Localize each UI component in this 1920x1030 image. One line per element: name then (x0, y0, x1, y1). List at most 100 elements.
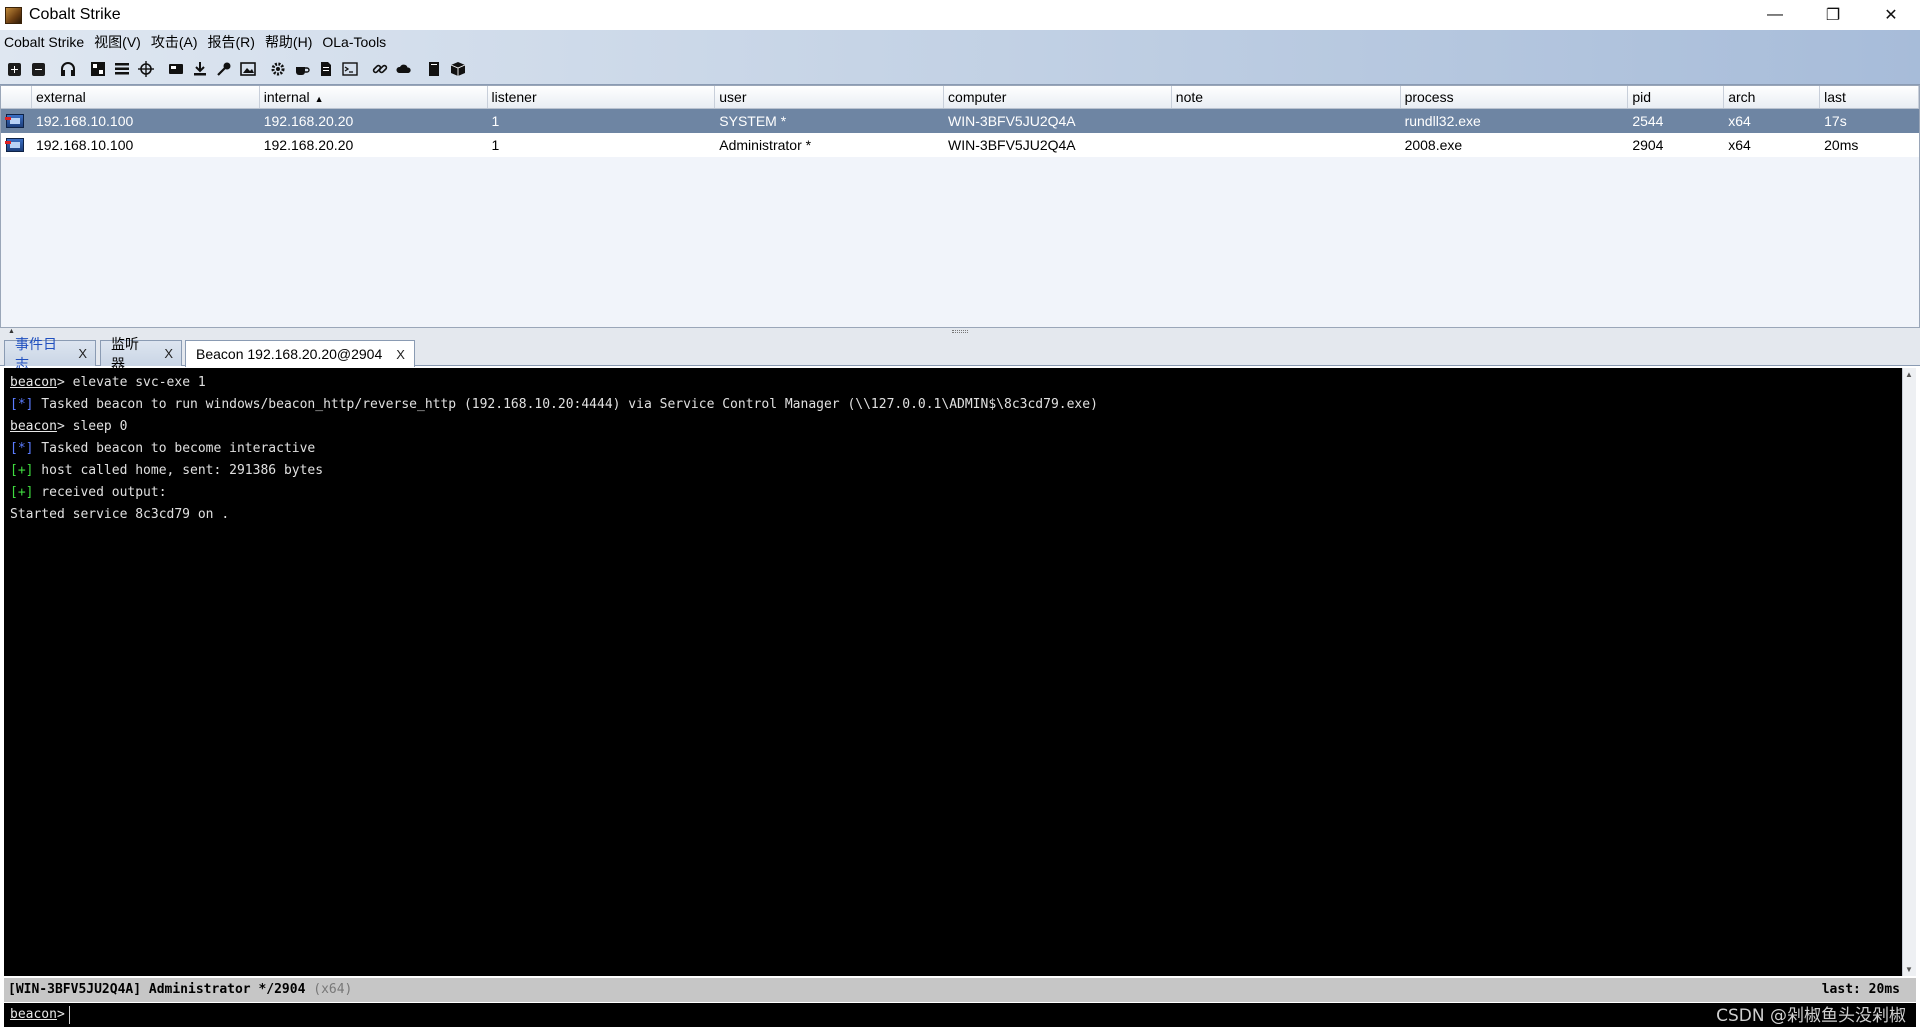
cell-note (1172, 109, 1401, 133)
compromised-host-icon (5, 138, 24, 152)
cell-user: SYSTEM * (719, 113, 787, 129)
console-message: Tasked beacon to run windows/beacon_http… (33, 397, 1098, 412)
new-connection-icon[interactable] (4, 59, 24, 79)
pivot-graph-icon[interactable] (88, 59, 108, 79)
beacon-command-input[interactable]: beacon > (4, 1003, 1916, 1027)
console-line: [*] Tasked beacon to become interactive (10, 438, 1896, 460)
link-icon[interactable] (370, 59, 390, 79)
beacon-console-output: beacon> elevate svc-exe 1 [*] Tasked bea… (4, 368, 1902, 976)
column-header-last[interactable]: last (1820, 86, 1920, 108)
column-header-pid[interactable]: pid (1628, 86, 1725, 108)
console-tag: [+] (10, 485, 34, 500)
tab-beacon-close-button[interactable]: X (396, 347, 405, 362)
cell-computer: WIN-3BFV5JU2Q4A (948, 113, 1076, 129)
menubar: Cobalt Strike 视图(V) 攻击(A) 报告(R) 帮助(H) OL… (0, 30, 396, 54)
close-window-button[interactable]: ✕ (1862, 0, 1920, 30)
disconnect-icon[interactable] (28, 59, 48, 79)
session-table-icon[interactable] (112, 59, 132, 79)
cell-note (1172, 133, 1401, 157)
menu-help[interactable]: 帮助(H) (265, 32, 312, 52)
console-command: > sleep 0 (56, 419, 128, 434)
cell-last: 17s (1824, 113, 1847, 129)
input-prompt: beacon (10, 1007, 57, 1022)
column-header-internal[interactable]: internal ▲ (260, 86, 488, 108)
console-line: beacon> elevate svc-exe 1 (10, 372, 1896, 394)
column-header-arch[interactable]: arch (1724, 86, 1821, 108)
console-icon[interactable] (340, 59, 360, 79)
screenshot-icon[interactable] (238, 59, 258, 79)
console-line: [+] received output: (10, 482, 1896, 504)
column-header-external[interactable]: external (32, 86, 260, 108)
tab-strip: 事件日志 X 监听器 X Beacon 192.168.20.20@2904 X (0, 336, 1920, 372)
split-pane-divider[interactable]: ▲▼ (0, 328, 1920, 342)
status-host: [WIN-3BFV5JU2Q4A] Administrator */2904 (8, 982, 306, 997)
menu-ola-tools[interactable]: OLa-Tools (322, 34, 386, 50)
column-header-internal-label: internal (263, 89, 310, 105)
toolbar (4, 58, 472, 80)
cell-listener: 1 (491, 137, 500, 153)
console-line: [*] Tasked beacon to run windows/beacon_… (10, 394, 1896, 416)
console-scrollbar[interactable]: ▲ ▼ (1902, 368, 1916, 976)
minimize-button[interactable]: — (1746, 0, 1804, 30)
headphones-icon[interactable] (58, 59, 78, 79)
document-icon[interactable] (316, 59, 336, 79)
console-tag: [+] (10, 463, 34, 478)
credentials-icon[interactable] (166, 59, 186, 79)
console-message: Tasked beacon to become interactive (33, 441, 316, 456)
menu-attacks[interactable]: 攻击(A) (151, 32, 198, 52)
scroll-down-icon[interactable]: ▼ (1905, 965, 1913, 974)
table-header: external internal ▲ listener user compute… (1, 86, 1920, 109)
console-line: beacon> sleep 0 (10, 416, 1896, 438)
scroll-up-icon[interactable]: ▲ (1905, 370, 1913, 379)
column-header-note[interactable]: note (1172, 86, 1401, 108)
target-icon[interactable] (136, 59, 156, 79)
tab-beacon[interactable]: Beacon 192.168.20.20@2904 X (185, 340, 415, 367)
restore-button[interactable]: ❐ (1804, 0, 1862, 30)
window-title: Cobalt Strike (29, 6, 121, 23)
menu-cobalt-strike[interactable]: Cobalt Strike (4, 34, 84, 50)
coffee-icon[interactable] (292, 59, 312, 79)
column-header-process[interactable]: process (1401, 86, 1629, 108)
key-icon[interactable] (214, 59, 234, 79)
cloud-icon[interactable] (394, 59, 414, 79)
console-tag: [*] (10, 397, 34, 412)
console-line: Started service 8c3cd79 on . (10, 504, 1896, 526)
menu-view[interactable]: 视图(V) (94, 32, 141, 52)
console-prompt: beacon (10, 419, 57, 434)
column-header-listener[interactable]: listener (488, 86, 716, 108)
book-icon[interactable] (424, 59, 444, 79)
table-row[interactable]: 192.168.10.100 192.168.20.20 1 Administr… (1, 133, 1919, 157)
split-grip-handle[interactable] (952, 330, 968, 333)
cell-pid: 2904 (1632, 137, 1664, 153)
cell-process: rundll32.exe (1404, 113, 1481, 129)
download-icon[interactable] (190, 59, 210, 79)
tab-listeners[interactable]: 监听器 X (100, 336, 182, 372)
console-message: received output: (33, 485, 167, 500)
menu-reporting[interactable]: 报告(R) (208, 32, 255, 52)
column-header-icon[interactable] (1, 86, 32, 108)
tab-event-log[interactable]: 事件日志 X (4, 336, 96, 372)
cell-arch: x64 (1728, 113, 1751, 129)
table-row[interactable]: 192.168.10.100 192.168.20.20 1 SYSTEM * … (1, 109, 1919, 133)
column-header-user[interactable]: user (715, 86, 945, 108)
console-tag: [*] (10, 441, 34, 456)
cobalt-strike-logo-icon (5, 6, 22, 24)
menu-toolbar-area: Cobalt Strike 视图(V) 攻击(A) 报告(R) 帮助(H) OL… (0, 30, 1920, 85)
cell-computer: WIN-3BFV5JU2Q4A (948, 137, 1076, 153)
console-line: [+] host called home, sent: 291386 bytes (10, 460, 1896, 482)
beacon-status-bar: [WIN-3BFV5JU2Q4A] Administrator */2904 (… (4, 978, 1916, 1002)
tab-listeners-close-button[interactable]: X (164, 346, 173, 361)
session-cell-icon (1, 109, 32, 133)
sessions-table: external internal ▲ listener user compute… (0, 85, 1920, 328)
status-arch: (x64) (313, 982, 353, 997)
status-last-checkin: last: 20ms (1821, 982, 1900, 997)
column-header-computer[interactable]: computer (944, 86, 1172, 108)
tab-event-log-close-button[interactable]: X (78, 346, 87, 361)
cell-pid: 2544 (1632, 113, 1664, 129)
cell-internal: 192.168.20.20 (263, 137, 354, 153)
settings-icon[interactable] (268, 59, 288, 79)
cell-external: 192.168.10.100 (35, 137, 134, 153)
cell-user: Administrator * (719, 137, 812, 153)
package-icon[interactable] (448, 59, 468, 79)
text-cursor (68, 1006, 70, 1024)
